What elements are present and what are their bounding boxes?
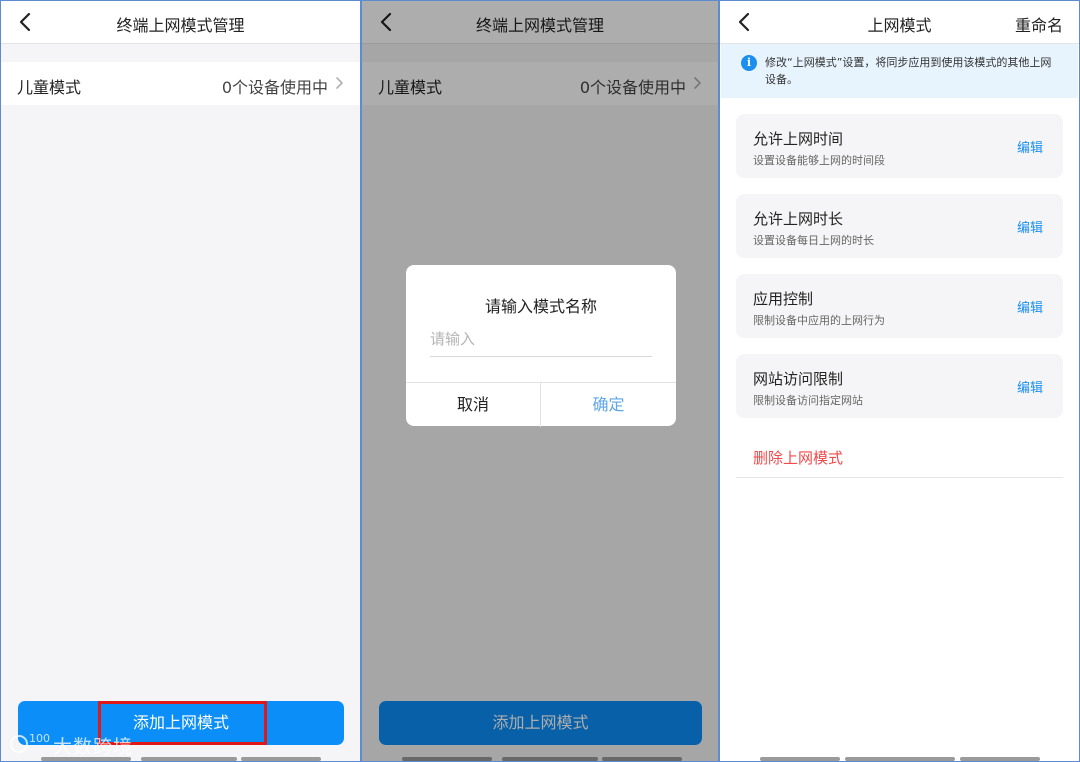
cancel-button[interactable]: 取消 (406, 383, 541, 427)
mode-name-label: 儿童模式 (17, 78, 82, 97)
confirm-button[interactable]: 确定 (541, 383, 676, 427)
card-description: 设置设备能够上网的时间段 (753, 154, 885, 167)
edit-button[interactable]: 编辑 (1017, 377, 1043, 396)
mode-name-dialog: 请输入模式名称 取消 确定 (406, 265, 676, 427)
home-indicator (41, 757, 131, 761)
top-bar: 终端上网模式管理 (1, 1, 360, 44)
edit-button[interactable]: 编辑 (1017, 297, 1043, 316)
card-description: 限制设备访问指定网站 (753, 394, 863, 407)
mode-list-item-child[interactable]: 儿童模式 0个设备使用中 (1, 62, 360, 105)
setting-card-allowed-time: 允许上网时间 设置设备能够上网的时间段 编辑 (736, 114, 1063, 178)
setting-card-app-control: 应用控制 限制设备中应用的上网行为 编辑 (736, 274, 1063, 338)
home-indicator (241, 757, 321, 761)
card-title: 允许上网时间 (753, 130, 844, 148)
notice-text: 修改“上网模式”设置，将同步应用到使用该模式的其他上网设备。 (765, 56, 1052, 86)
mode-detail-screen: 上网模式 重命名 i 修改“上网模式”设置，将同步应用到使用该模式的其他上网设备… (719, 0, 1080, 762)
card-title: 允许上网时长 (753, 210, 844, 228)
device-count-label: 0个设备使用中 (221, 78, 328, 97)
dialog-button-row: 取消 确定 (406, 382, 676, 427)
mode-management-screen: 终端上网模式管理 儿童模式 0个设备使用中 添加上网模式 100 大数跨境 (0, 0, 361, 762)
page-title: 终端上网模式管理 (116, 16, 245, 35)
home-indicator (141, 757, 237, 761)
mode-name-input[interactable] (430, 321, 652, 357)
edit-button[interactable]: 编辑 (1017, 137, 1043, 156)
mode-management-dialog-screen: 终端上网模式管理 儿童模式 0个设备使用中 添加上网模式 请输入模式名称 取消 … (361, 0, 719, 762)
top-bar: 上网模式 重命名 (720, 1, 1079, 44)
add-mode-button[interactable]: 添加上网模式 (18, 701, 344, 745)
home-indicator (845, 757, 955, 761)
setting-card-allowed-duration: 允许上网时长 设置设备每日上网的时长 编辑 (736, 194, 1063, 258)
divider (736, 477, 1063, 478)
chevron-right-icon (334, 74, 346, 92)
card-title: 应用控制 (753, 290, 814, 308)
delete-mode-button[interactable]: 删除上网模式 (753, 447, 843, 468)
info-icon: i (741, 55, 757, 71)
dialog-title: 请输入模式名称 (484, 297, 597, 316)
rename-button[interactable]: 重命名 (1015, 12, 1063, 36)
card-title: 网站访问限制 (753, 370, 844, 388)
home-indicator (760, 757, 840, 761)
notice-banner: i 修改“上网模式”设置，将同步应用到使用该模式的其他上网设备。 (721, 44, 1078, 98)
home-indicator (960, 757, 1040, 761)
setting-card-website-restriction: 网站访问限制 限制设备访问指定网站 编辑 (736, 354, 1063, 418)
edit-button[interactable]: 编辑 (1017, 217, 1043, 236)
card-description: 设置设备每日上网的时长 (753, 234, 874, 247)
card-description: 限制设备中应用的上网行为 (753, 314, 885, 327)
